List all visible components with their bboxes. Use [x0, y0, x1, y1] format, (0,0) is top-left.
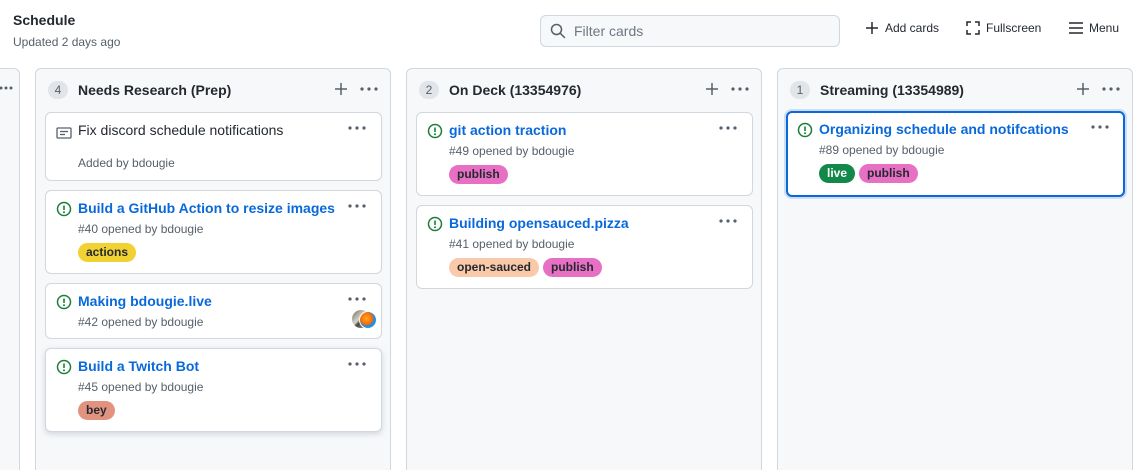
- card-menu-icon[interactable]: [347, 358, 367, 370]
- issue-card[interactable]: Build a GitHub Action to resize images #…: [45, 190, 382, 274]
- add-cards-button[interactable]: Add cards: [865, 21, 939, 35]
- add-card-plus-icon[interactable]: [332, 80, 350, 98]
- card-count-badge: 1: [790, 81, 810, 99]
- filter-cards-field[interactable]: [540, 15, 840, 47]
- card-meta: #41 opened by bdougie: [449, 237, 575, 251]
- label-actions[interactable]: actions: [78, 243, 137, 262]
- card-menu-icon[interactable]: [347, 200, 367, 212]
- card-meta: Added by bdougie: [78, 156, 175, 170]
- hamburger-icon: [1069, 22, 1083, 34]
- card-menu-icon[interactable]: [347, 122, 367, 134]
- card-meta: #45 opened by bdougie: [78, 380, 204, 394]
- issue-open-icon: [427, 216, 443, 232]
- card-count-badge: 4: [48, 81, 68, 99]
- card-count-badge: 2: [419, 81, 439, 99]
- assignee-avatars[interactable]: [351, 309, 377, 331]
- issue-title-link[interactable]: Building opensauced.pizza: [449, 215, 629, 231]
- label-publish[interactable]: publish: [543, 258, 602, 277]
- search-icon: [550, 23, 566, 39]
- issue-title-link[interactable]: Build a Twitch Bot: [78, 358, 199, 374]
- label-list: publish: [449, 165, 508, 184]
- column-header: 2 On Deck (13354976): [407, 69, 761, 111]
- add-cards-label: Add cards: [885, 21, 940, 35]
- column-title: Streaming (13354989): [820, 82, 964, 98]
- project-column: 2 On Deck (13354976) git action traction…: [406, 68, 762, 470]
- project-column-offscreen: [0, 68, 20, 470]
- avatar: [359, 311, 377, 329]
- label-publish[interactable]: publish: [449, 165, 508, 184]
- issue-open-icon: [56, 359, 72, 375]
- column-title: On Deck (13354976): [449, 82, 582, 98]
- card-menu-icon[interactable]: [718, 215, 738, 227]
- project-header: Schedule Updated 2 days ago Add cards Fu…: [0, 0, 1140, 64]
- add-card-plus-icon[interactable]: [1074, 80, 1092, 98]
- note-card[interactable]: Fix discord schedule notifications Added…: [45, 112, 382, 181]
- card-meta: #89 opened by bdougie: [819, 143, 945, 157]
- menu-button[interactable]: Menu: [1069, 21, 1119, 35]
- label-live[interactable]: live: [819, 164, 856, 183]
- label-list: live publish: [819, 164, 918, 183]
- label-list: actions: [78, 243, 137, 262]
- issue-card-selected[interactable]: Organizing schedule and notifcations #89…: [786, 111, 1125, 197]
- card-menu-icon[interactable]: [347, 293, 367, 305]
- column-menu-icon[interactable]: [0, 86, 13, 90]
- issue-card[interactable]: Building opensauced.pizza #41 opened by …: [416, 205, 753, 289]
- card-title: Fix discord schedule notifications: [78, 122, 284, 138]
- column-menu-icon[interactable]: [1100, 80, 1122, 98]
- card-meta: #40 opened by bdougie: [78, 222, 204, 236]
- column-menu-icon[interactable]: [729, 80, 751, 98]
- issue-title-link[interactable]: Build a GitHub Action to resize images: [78, 200, 335, 216]
- issue-open-icon: [56, 201, 72, 217]
- project-column: 4 Needs Research (Prep) Fix discord sche…: [35, 68, 391, 470]
- card-meta: #42 opened by bdougie: [78, 315, 204, 329]
- label-list: open-sauced publish: [449, 258, 602, 277]
- menu-label: Menu: [1089, 21, 1120, 35]
- page-title: Schedule: [13, 12, 76, 28]
- label-open-sauced[interactable]: open-sauced: [449, 258, 540, 277]
- issue-open-icon: [56, 294, 72, 310]
- issue-title-link[interactable]: Making bdougie.live: [78, 293, 212, 309]
- column-header: 1 Streaming (13354989): [778, 69, 1132, 111]
- note-icon: [56, 127, 72, 139]
- issue-open-icon: [427, 123, 443, 139]
- issue-open-icon: [797, 122, 813, 138]
- issue-title-link[interactable]: git action traction: [449, 122, 566, 138]
- label-publish[interactable]: publish: [859, 164, 918, 183]
- label-bey[interactable]: bey: [78, 401, 115, 420]
- plus-icon: [866, 22, 878, 34]
- card-menu-icon[interactable]: [1090, 121, 1110, 133]
- issue-card[interactable]: Making bdougie.live #42 opened by bdougi…: [45, 283, 382, 339]
- fullscreen-icon: [966, 21, 980, 35]
- project-column: 1 Streaming (13354989) Organizing schedu…: [777, 68, 1133, 470]
- column-title: Needs Research (Prep): [78, 82, 232, 98]
- card-meta: #49 opened by bdougie: [449, 144, 575, 158]
- issue-card[interactable]: Build a Twitch Bot #45 opened by bdougie…: [45, 348, 382, 432]
- updated-timestamp: Updated 2 days ago: [13, 35, 121, 49]
- filter-cards-input[interactable]: [574, 23, 824, 39]
- add-card-plus-icon[interactable]: [703, 80, 721, 98]
- column-header: 4 Needs Research (Prep): [36, 69, 390, 111]
- column-menu-icon[interactable]: [358, 80, 380, 98]
- card-menu-icon[interactable]: [718, 122, 738, 134]
- issue-card[interactable]: git action traction #49 opened by bdougi…: [416, 112, 753, 196]
- fullscreen-button[interactable]: Fullscreen: [966, 21, 1041, 35]
- fullscreen-label: Fullscreen: [986, 21, 1042, 35]
- label-list: bey: [78, 401, 115, 420]
- issue-title-link[interactable]: Organizing schedule and notifcations: [819, 121, 1069, 137]
